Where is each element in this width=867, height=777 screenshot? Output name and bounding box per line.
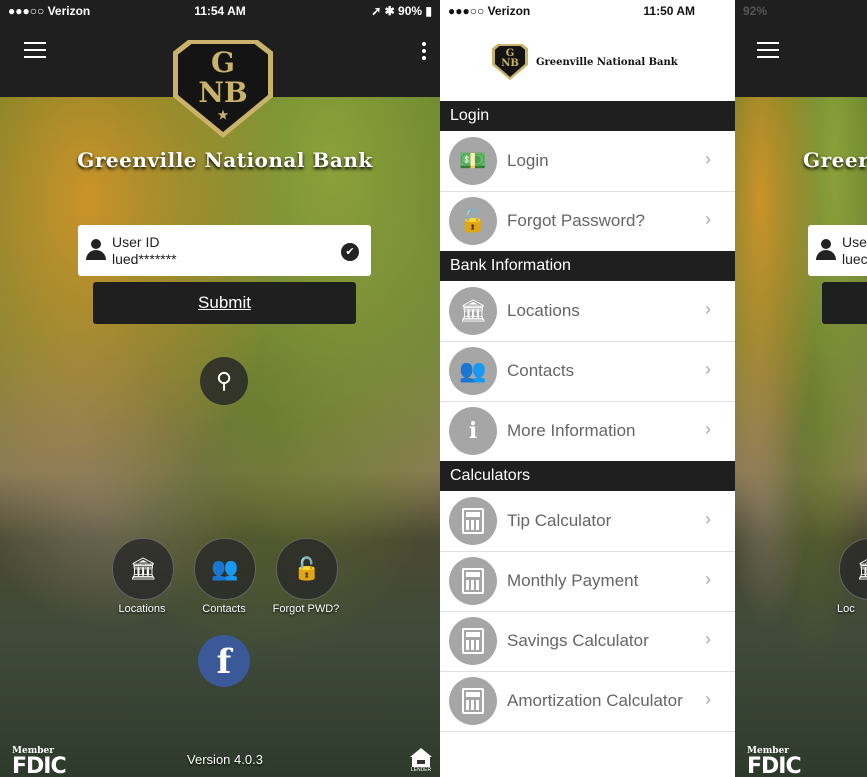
menu-item-savings-calculator[interactable]: Savings Calculator › xyxy=(440,611,735,672)
chevron-right-icon: › xyxy=(705,569,711,589)
carrier: ●●●○○ Verizon xyxy=(8,4,91,18)
menu-item-monthly-payment[interactable]: Monthly Payment › xyxy=(440,551,735,612)
chevron-right-icon: › xyxy=(705,299,711,319)
menu-item-amortization-calculator[interactable]: Amortization Calculator › xyxy=(440,671,735,732)
calculator-icon xyxy=(449,617,497,665)
menu-screen: ●●●○○ Verizon 11:50 AM G NB Greenville Na… xyxy=(440,0,735,777)
hamburger-menu-icon[interactable] xyxy=(24,42,46,58)
section-login: Login xyxy=(440,101,735,131)
user-icon xyxy=(816,239,836,261)
user-id-field[interactable]: User ID lued******* ✔ xyxy=(78,225,371,276)
bank-logo: G NB xyxy=(492,44,528,80)
bank-building-icon: 🏛 xyxy=(449,287,497,335)
remember-check-icon[interactable]: ✔ xyxy=(341,243,359,261)
unlock-icon: 🔓 xyxy=(293,556,321,581)
locations-label: Loc xyxy=(837,603,855,615)
battery: ➚ ✱ 90% ▮ xyxy=(371,4,432,18)
status-bar: ●●●○○ Verizon 11:54 AM ➚ ✱ 90% ▮ xyxy=(0,0,440,22)
chevron-right-icon: › xyxy=(705,209,711,229)
bank-name: Greenville National Bank xyxy=(77,148,373,172)
contacts-icon: 👥 xyxy=(211,556,239,581)
bank-name: Greer xyxy=(803,148,867,172)
forgot-pwd-button[interactable]: 🔓 xyxy=(276,538,338,600)
calculator-icon xyxy=(449,557,497,605)
hamburger-menu-icon[interactable] xyxy=(757,42,779,58)
menu-item-tip-calculator[interactable]: Tip Calculator › xyxy=(440,491,735,552)
user-id-value: lued******* xyxy=(112,251,177,267)
submit-button[interactable] xyxy=(822,282,867,324)
background-photo xyxy=(735,97,867,777)
user-id-label: User ID xyxy=(112,234,160,250)
money-icon: 💵 xyxy=(449,137,497,185)
carrier: ●●●○○ Verizon xyxy=(448,4,531,18)
chevron-right-icon: › xyxy=(705,689,711,709)
section-bank-information: Bank Information xyxy=(440,251,735,281)
info-icon: i xyxy=(449,407,497,455)
chevron-right-icon: › xyxy=(705,629,711,649)
calculator-icon xyxy=(449,497,497,545)
locations-label: Locations xyxy=(118,603,166,615)
more-options-icon[interactable] xyxy=(422,42,426,63)
facebook-icon[interactable]: f xyxy=(198,635,250,687)
menu-item-more-information[interactable]: i More Information › xyxy=(440,401,735,462)
submit-button[interactable]: Submit xyxy=(93,282,356,324)
fdic-logo: Member FDIC xyxy=(747,746,802,777)
forgot-pwd-label: Forgot PWD? xyxy=(272,603,340,615)
user-id-field[interactable]: Use luec xyxy=(808,225,867,276)
fingerprint-icon[interactable]: ⚲ xyxy=(200,357,248,405)
section-calculators: Calculators xyxy=(440,461,735,491)
menu-item-forgot-password[interactable]: 🔓 Forgot Password? › xyxy=(440,191,735,252)
bank-name: Greenville National Bank xyxy=(536,57,678,68)
chevron-right-icon: › xyxy=(705,149,711,169)
status-bar: ●●●○○ Verizon 11:50 AM xyxy=(440,0,735,22)
clock: 11:54 AM xyxy=(194,4,246,18)
fdic-logo: Member FDIC xyxy=(12,746,67,777)
battery: 92% xyxy=(743,4,768,18)
clock: 11:50 AM xyxy=(643,4,695,18)
right-screen-partial: 92% Greer Use luec 🏛 Loc Member FDIC xyxy=(735,0,867,777)
chevron-right-icon: › xyxy=(705,419,711,439)
contacts-label: Contacts xyxy=(202,603,246,615)
equal-housing-icon: LENDER xyxy=(410,748,432,773)
chevron-right-icon: › xyxy=(705,509,711,529)
user-icon xyxy=(86,239,106,261)
menu-item-locations[interactable]: 🏛 Locations › xyxy=(440,281,735,342)
menu-item-contacts[interactable]: 👥 Contacts › xyxy=(440,341,735,402)
calculator-icon xyxy=(449,677,497,725)
contacts-button[interactable]: 👥 xyxy=(194,538,256,600)
status-bar: 92% xyxy=(735,0,867,22)
locations-button[interactable]: 🏛 xyxy=(112,538,174,600)
menu-header: G NB Greenville National Bank xyxy=(440,22,735,99)
chevron-right-icon: › xyxy=(705,359,711,379)
left-screen: ●●●○○ Verizon 11:54 AM ➚ ✱ 90% ▮ G NB ★ … xyxy=(0,0,440,777)
menu-item-login[interactable]: 💵 Login › xyxy=(440,131,735,192)
version-text: Version 4.0.3 xyxy=(187,752,263,767)
bank-building-icon: 🏛 xyxy=(129,556,157,581)
contacts-icon: 👥 xyxy=(449,347,497,395)
unlock-icon: 🔓 xyxy=(449,197,497,245)
